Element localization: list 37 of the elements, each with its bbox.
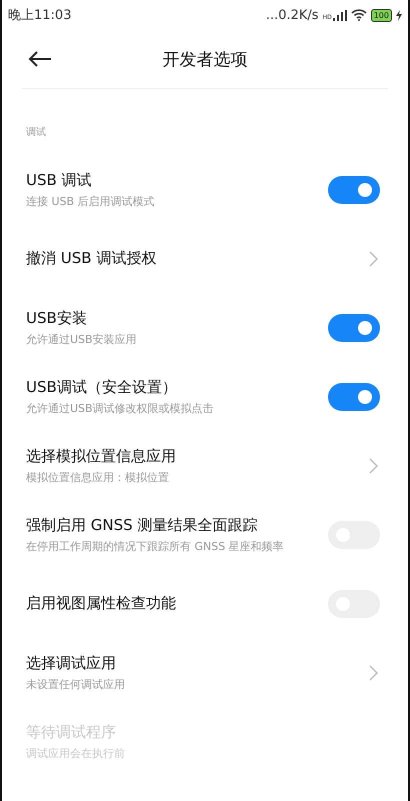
setting-description: 在停用工作周期的情况下跟踪所有 GNSS 星座和频率 (26, 538, 284, 554)
setting-title: 选择模拟位置信息应用 (26, 446, 176, 466)
signal-icon (332, 10, 347, 20)
setting-title: 选择调试应用 (26, 654, 117, 672)
setting-title: USB 调试 (26, 170, 93, 190)
toggle-switch[interactable] (328, 382, 380, 410)
section-header: 调试 (25, 126, 47, 140)
toggle-switch[interactable] (328, 176, 380, 204)
setting-title: 启用视图属性检查功能 (26, 594, 176, 613)
charging-icon (396, 10, 402, 20)
settings-row[interactable]: 强制启用 GNSS 测量结果全面跟踪 在停用工作周期的情况下跟踪所有 GNSS 星座和频率 (2, 500, 408, 569)
settings-row[interactable]: 选择模拟位置信息应用 模拟位置信息应用：模拟位置 (2, 431, 408, 500)
chevron-right-icon (369, 458, 378, 474)
setting-title: USB安装 (26, 308, 88, 328)
chevron-right-icon (369, 250, 378, 266)
setting-description: 连接 USB 后启用调试模式 (26, 194, 155, 208)
setting-title: 撤消 USB 调试授权 (26, 249, 156, 268)
chevron-right-icon (369, 664, 378, 680)
settings-row[interactable]: USB调试（安全设置） 允许通过USB调试修改权限或模拟点击 (2, 362, 408, 431)
network-speed: ...0.2K/s (266, 8, 319, 22)
settings-row[interactable]: 选择调试应用 未设置任何调试应用 (2, 638, 408, 707)
setting-description: 未设置任何调试应用 (26, 676, 125, 692)
battery-level: 100 (370, 8, 392, 22)
page-title: 开发者选项 (162, 48, 248, 70)
settings-row[interactable]: USB 调试 连接 USB 后启用调试模式 (2, 155, 408, 224)
settings-row[interactable]: 撤消 USB 调试授权 (2, 224, 408, 293)
toggle-switch[interactable] (328, 314, 380, 342)
setting-description: 允许通过USB安装应用 (26, 332, 137, 346)
wifi-icon (350, 9, 367, 21)
status-time: 晚上11:03 (8, 7, 72, 24)
setting-title: 强制启用 GNSS 测量结果全面跟踪 (26, 516, 258, 534)
back-arrow-icon (28, 51, 52, 67)
setting-description: 模拟位置信息应用：模拟位置 (26, 470, 170, 484)
settings-row[interactable]: USB安装 允许通过USB安装应用 (2, 293, 408, 362)
setting-title: USB调试（安全设置） (26, 378, 178, 396)
settings-row[interactable]: 启用视图属性检查功能 (2, 569, 408, 638)
setting-description: 允许通过USB调试修改权限或模拟点击 (26, 400, 214, 416)
